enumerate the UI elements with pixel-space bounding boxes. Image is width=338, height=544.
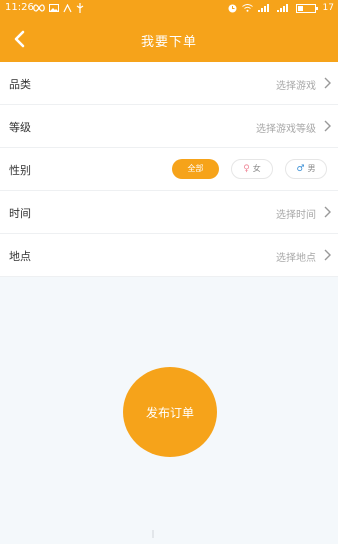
chevron-right-icon (324, 206, 331, 218)
status-time: 11:26 (5, 2, 34, 13)
time-row[interactable]: 时间 选择时间 (0, 191, 338, 234)
chevron-right-icon (324, 120, 331, 132)
image-icon (49, 4, 59, 12)
header: 11:26 17 我要下单 (0, 0, 338, 62)
gender-option-female-label: 女 (252, 164, 261, 173)
level-value: 选择游戏等级 (256, 124, 316, 135)
location-label: 地点 (9, 250, 31, 263)
time-value: 选择时间 (276, 210, 316, 221)
category-row[interactable]: 品类 选择游戏 (0, 62, 338, 105)
chevron-right-icon (324, 77, 331, 89)
alarm-icon (228, 4, 237, 12)
category-label: 品类 (9, 78, 31, 91)
gender-row: 性别 全部 ♀ 女 ♂ 男 (0, 148, 338, 191)
category-value: 选择游戏 (276, 81, 316, 92)
gender-option-male[interactable]: ♂ 男 (285, 159, 327, 179)
navbar: 我要下单 (0, 22, 338, 56)
battery-level: 17 (322, 3, 334, 13)
gender-options: 全部 ♀ 女 ♂ 男 (172, 159, 327, 179)
usb-icon (76, 3, 84, 13)
wifi-icon (241, 4, 253, 12)
battery-icon (295, 3, 318, 13)
level-row[interactable]: 等级 选择游戏等级 (0, 105, 338, 148)
page-title: 我要下单 (140, 35, 197, 50)
gender-label: 性别 (9, 164, 31, 177)
male-icon: ♂ (296, 164, 305, 174)
time-label: 时间 (9, 207, 31, 220)
nav-icon (63, 3, 72, 12)
location-row[interactable]: 地点 选择地点 (0, 234, 338, 277)
status-bar: 11:26 17 (0, 0, 338, 16)
bottom-divider (152, 530, 154, 538)
signal-icon-2 (276, 4, 288, 12)
infinity-icon (33, 4, 45, 12)
signal-icon (257, 4, 269, 12)
gender-option-all[interactable]: 全部 (172, 159, 219, 179)
gender-option-male-label: 男 (307, 164, 316, 173)
chevron-right-icon (324, 249, 331, 261)
location-value: 选择地点 (276, 253, 316, 264)
publish-order-button[interactable]: 发布订单 (123, 367, 217, 457)
female-icon: ♀ (243, 164, 250, 174)
status-right-icons: 17 (228, 0, 334, 16)
level-label: 等级 (9, 121, 31, 134)
order-form: 品类 选择游戏 等级 选择游戏等级 性别 全部 ♀ 女 ♂ 男 时间 选择时间 … (0, 62, 338, 277)
status-notification-icons (33, 3, 84, 13)
gender-option-female[interactable]: ♀ 女 (231, 159, 273, 179)
